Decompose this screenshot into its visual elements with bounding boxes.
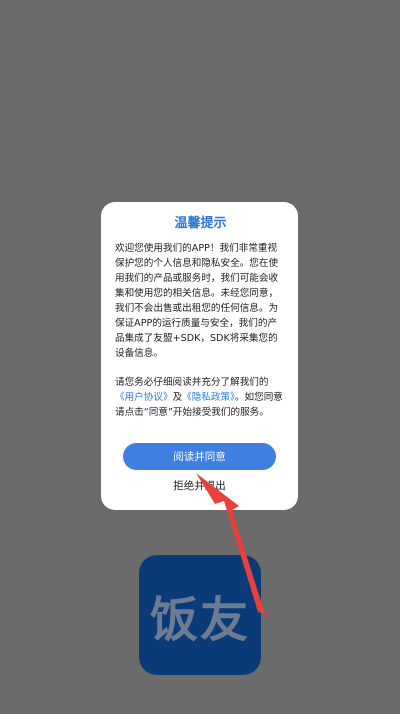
dialog-body: 欢迎您使用我们的APP！我们非常重视保护您的个人信息和隐私安全。您在使用我们的产…: [115, 241, 286, 420]
dialog-title: 温馨提示: [174, 216, 227, 231]
privacy-dialog: 温馨提示 欢迎您使用我们的APP！我们非常重视保护您的个人信息和隐私安全。您在使…: [101, 202, 298, 510]
app-icon-label: 饭友: [149, 592, 250, 648]
reject-and-exit-link[interactable]: 拒绝并退出: [101, 478, 298, 493]
app-icon: 饭友: [139, 555, 261, 675]
privacy-policy-link[interactable]: 《隐私政策》: [182, 392, 235, 403]
agree-button[interactable]: 阅读并同意: [123, 443, 276, 470]
dialog-paragraph-consent: 请您务必仔细阅读并充分了解我们的《用户协议》及《隐私政策》。如您同意请点击“同意…: [115, 375, 286, 420]
dialog-paragraph-intro: 欢迎您使用我们的APP！我们非常重视保护您的个人信息和隐私安全。您在使用我们的产…: [115, 243, 279, 359]
user-agreement-link[interactable]: 《用户协议》: [115, 392, 173, 403]
consent-text-before: 请您务必仔细阅读并充分了解我们的: [115, 377, 269, 388]
consent-text-and: 及: [172, 392, 183, 403]
